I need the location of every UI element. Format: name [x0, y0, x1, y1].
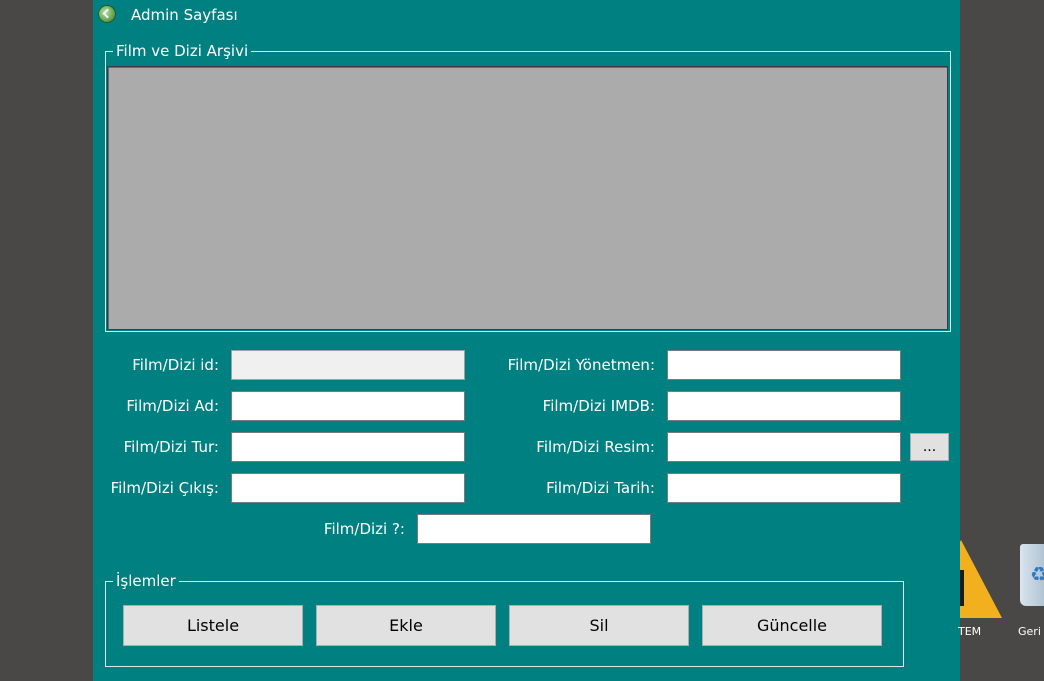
desktop-icon-label: TEM	[958, 625, 982, 638]
warning-triangle-icon	[960, 540, 1002, 618]
id-field[interactable]	[231, 350, 465, 380]
app-icon	[98, 5, 116, 23]
list-button[interactable]: Listele	[123, 605, 303, 646]
archive-groupbox-title: Film ve Dizi Arşivi	[113, 42, 252, 60]
release-label: Film/Dizi Çıkış:	[110, 479, 219, 497]
recycle-bin-icon[interactable]	[1020, 544, 1044, 606]
recycle-bin-label: Geri	[1018, 625, 1041, 638]
id-label: Film/Dizi id:	[132, 356, 219, 374]
name-field[interactable]	[231, 391, 465, 421]
director-label: Film/Dizi Yönetmen:	[507, 356, 655, 374]
warning-mark	[960, 570, 964, 606]
date-label: Film/Dizi Tarih:	[546, 479, 655, 497]
director-field[interactable]	[667, 350, 901, 380]
imdb-label: Film/Dizi IMDB:	[542, 397, 655, 415]
image-field[interactable]	[667, 432, 901, 462]
type-label: Film/Dizi Tur:	[123, 438, 219, 456]
archive-data-grid[interactable]	[107, 66, 948, 330]
delete-button[interactable]: Sil	[509, 605, 689, 646]
kind-label: Film/Dizi ?:	[323, 520, 405, 538]
window-title: Admin Sayfası	[131, 6, 238, 24]
imdb-field[interactable]	[667, 391, 901, 421]
add-button[interactable]: Ekle	[316, 605, 496, 646]
release-field[interactable]	[231, 473, 465, 503]
kind-field[interactable]	[417, 514, 651, 544]
desktop-warning-icon[interactable]	[960, 540, 1002, 620]
admin-window: Admin Sayfası Film ve Dizi Arşivi Film/D…	[93, 0, 960, 681]
name-label: Film/Dizi Ad:	[126, 397, 219, 415]
operations-groupbox-title: İşlemler	[113, 572, 179, 590]
browse-image-button[interactable]: ...	[910, 433, 949, 461]
update-button[interactable]: Güncelle	[702, 605, 882, 646]
date-field[interactable]	[667, 473, 901, 503]
image-label: Film/Dizi Resim:	[536, 438, 655, 456]
type-field[interactable]	[231, 432, 465, 462]
